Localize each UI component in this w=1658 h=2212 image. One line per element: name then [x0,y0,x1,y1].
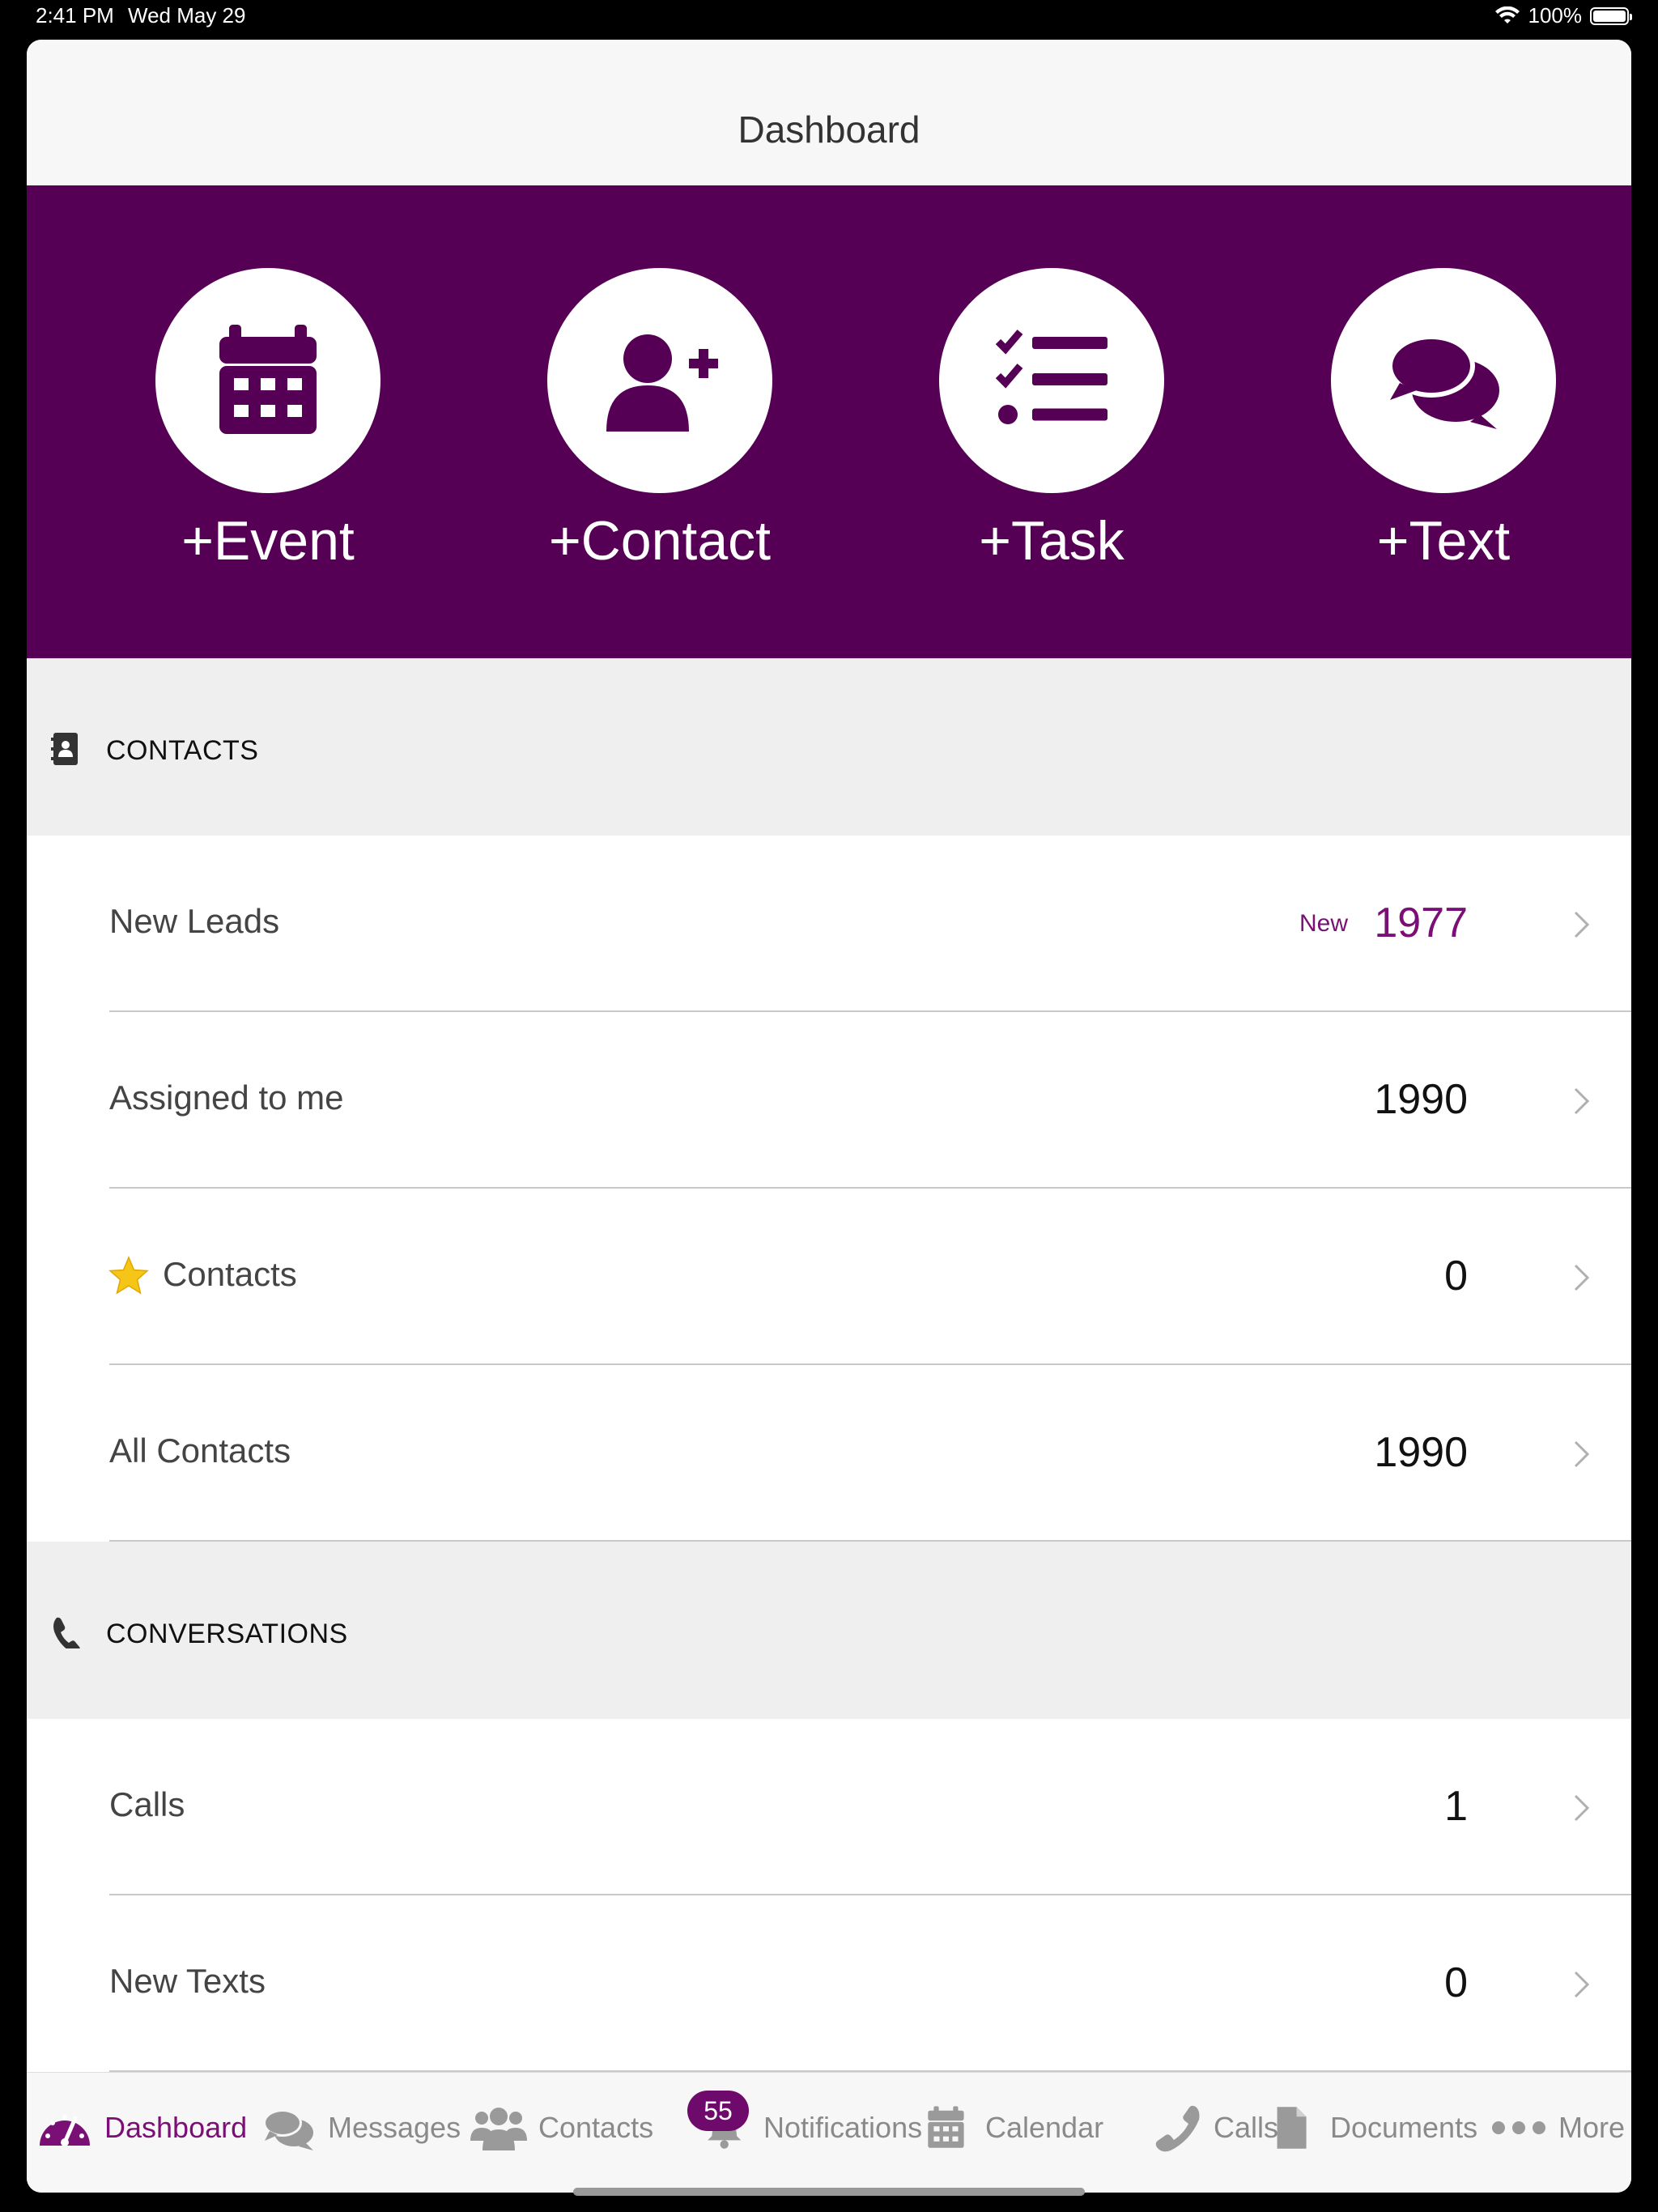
add-event-button[interactable]: +Event [130,268,406,572]
document-icon [1277,2107,1307,2149]
task-list-icon [995,330,1107,424]
chevron-right-icon [1574,1264,1590,1291]
tab-bar: Dashboard Messages Contacts Notification… [27,2072,1631,2193]
tab-notifications-label: Notifications [763,2111,923,2144]
phone-icon [53,1617,80,1648]
star-icon [108,1256,149,1295]
home-indicator[interactable] [573,2188,1085,2196]
add-event-label: +Event [181,510,355,572]
all-contacts-count: 1990 [1374,1429,1468,1476]
assigned-to-me-count: 1990 [1374,1076,1468,1123]
add-text-circle[interactable] [1331,268,1556,493]
new-leads-row[interactable]: New Leads New 1977 [27,836,1631,1012]
add-task-button[interactable]: +Task [914,268,1189,572]
chevron-right-icon [1574,1087,1590,1115]
messages-icon [263,2109,313,2150]
tab-calls-label: Calls [1214,2111,1279,2144]
status-date: Wed May 29 [128,3,246,28]
add-task-circle[interactable] [939,268,1164,493]
starred-contacts-count: 0 [1444,1253,1468,1300]
new-texts-label: New Texts [109,1962,266,2000]
calendar-icon [219,325,317,434]
quick-actions-panel: +Event +Contact +Task +Text [27,185,1631,658]
notifications-badge: 55 [687,2091,749,2131]
contacts-section-title: CONTACTS [106,735,259,766]
chevron-right-icon [1574,1794,1590,1822]
contacts-section-header: CONTACTS [27,658,1631,836]
tab-contacts[interactable]: Contacts [470,2104,653,2152]
add-event-circle[interactable] [155,268,380,493]
add-text-label: +Text [1376,510,1511,572]
status-right: 100% [1494,3,1632,28]
starred-contacts-row[interactable]: Contacts 0 [27,1189,1631,1365]
battery-icon [1590,6,1632,25]
tab-more[interactable]: More [1490,2104,1625,2152]
new-badge: New [1299,910,1348,937]
people-icon [470,2108,527,2150]
app-window: Dashboard +Event +Contact +Task +Text CO… [27,40,1631,2193]
calendar-icon [928,2106,964,2148]
tab-calendar-label: Calendar [985,2111,1104,2144]
assigned-to-me-row[interactable]: Assigned to me 1990 [27,1012,1631,1189]
battery-percent: 100% [1528,3,1583,28]
tab-calendar[interactable]: Calendar [924,2104,1103,2152]
chevron-right-icon [1574,1971,1590,1998]
calls-count: 1 [1444,1783,1468,1830]
page-title: Dashboard [738,108,920,151]
status-time: 2:41 PM [36,3,114,28]
speedometer-icon [40,2115,90,2146]
tab-calls[interactable]: Calls [1146,2104,1278,2152]
new-leads-label: New Leads [109,902,280,940]
tab-dashboard[interactable]: Dashboard [36,2104,247,2152]
user-plus-icon [606,334,718,432]
wifi-icon [1494,6,1520,23]
new-texts-row[interactable]: New Texts 0 [27,1895,1631,2072]
more-dots-icon [1492,2121,1545,2134]
chevron-right-icon [1574,911,1590,938]
tab-messages[interactable]: Messages [260,2104,461,2152]
tab-dashboard-label: Dashboard [104,2111,248,2144]
tab-contacts-label: Contacts [538,2111,654,2144]
add-contact-label: +Contact [548,510,772,572]
navigation-bar: Dashboard [27,40,1631,186]
tab-documents[interactable]: Documents [1270,2104,1477,2152]
assigned-to-me-label: Assigned to me [109,1078,344,1117]
all-contacts-row[interactable]: All Contacts 1990 [27,1365,1631,1542]
starred-contacts-label: Contacts [163,1255,297,1293]
chat-bubbles-icon [1388,334,1499,429]
calls-label: Calls [109,1785,185,1823]
add-text-button[interactable]: +Text [1306,268,1581,572]
address-book-icon [51,733,78,765]
conversations-section-header: CONVERSATIONS [27,1542,1631,1719]
chevron-right-icon [1574,1440,1590,1468]
add-contact-button[interactable]: +Contact [522,268,797,572]
new-texts-count: 0 [1444,1959,1468,2006]
tab-more-label: More [1558,2111,1626,2144]
tab-messages-label: Messages [328,2111,461,2144]
add-task-label: +Task [979,510,1124,572]
calls-row[interactable]: Calls 1 [27,1719,1631,1895]
add-contact-circle[interactable] [547,268,772,493]
tab-documents-label: Documents [1330,2111,1478,2144]
all-contacts-label: All Contacts [109,1431,291,1470]
phone-icon [1155,2105,1200,2152]
new-leads-count: 1977 [1374,900,1468,946]
conversations-section-title: CONVERSATIONS [106,1619,348,1649]
status-bar: 2:41 PM Wed May 29 100% [0,0,1658,36]
